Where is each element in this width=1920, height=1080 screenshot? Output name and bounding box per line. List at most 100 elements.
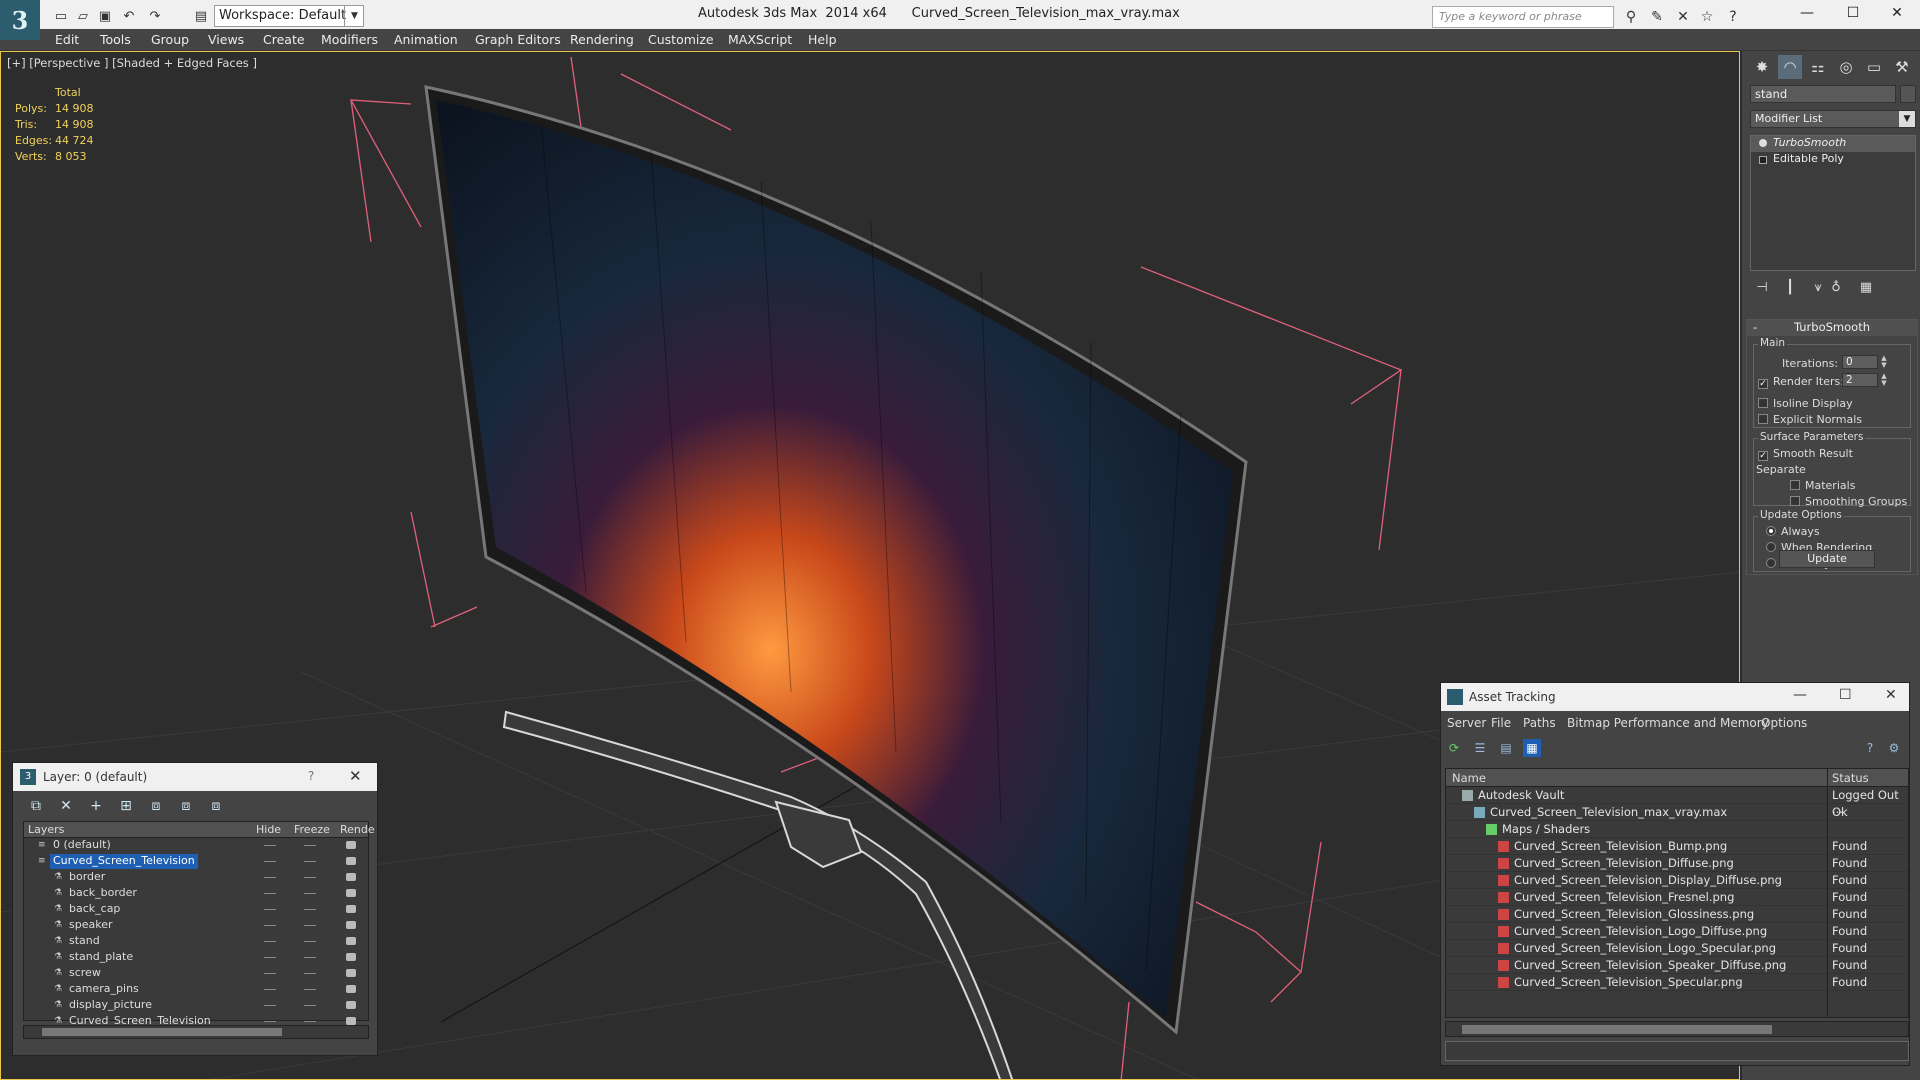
freeze-toggle[interactable] — [304, 1021, 316, 1022]
column-header-hide[interactable]: Hide — [256, 823, 281, 836]
layer-table[interactable]: Layers Hide Freeze Rende ≡ 0 (default) ≡ Cu… — [23, 821, 375, 1027]
smooth-result-checkbox[interactable]: ✓ Smooth Result — [1758, 447, 1853, 461]
render-toggle-icon[interactable] — [346, 841, 356, 849]
asset-table[interactable]: Name Status Autodesk Vault Logged Out ...… — [1445, 768, 1909, 1018]
asset-row[interactable]: Curved_Screen_Television_Speaker_Diffuse… — [1446, 957, 1908, 974]
asset-row[interactable]: Autodesk Vault Logged Out ... — [1446, 787, 1908, 816]
freeze-toggle[interactable] — [304, 861, 316, 862]
hide-toggle[interactable] — [264, 893, 276, 894]
hide-toggle[interactable] — [264, 877, 276, 878]
freeze-toggle[interactable] — [304, 1005, 316, 1006]
freeze-toggle[interactable] — [304, 941, 316, 942]
utilities-tab-icon[interactable]: ⚒ — [1890, 55, 1914, 79]
render-iters-checkbox[interactable]: ✓ Render Iters: — [1758, 375, 1844, 389]
scrollbar-thumb[interactable] — [1462, 1025, 1772, 1034]
hide-toggle[interactable] — [264, 989, 276, 990]
layer-row[interactable]: ⚗ camera_pins — [24, 982, 368, 998]
viewport-label[interactable]: [+] [Perspective ] [Shaded + Edged Faces… — [7, 56, 257, 70]
menu-paths[interactable]: Paths — [1523, 716, 1556, 730]
scrollbar-thumb[interactable] — [42, 1028, 282, 1036]
column-header-layers[interactable]: Layers — [28, 823, 64, 836]
smoothing-groups-checkbox[interactable]: Smoothing Groups — [1790, 495, 1907, 508]
column-header-render[interactable]: Rende — [340, 823, 375, 836]
hide-toggle[interactable] — [264, 957, 276, 958]
menu-file[interactable]: File — [1491, 716, 1511, 730]
hide-toggle[interactable] — [264, 861, 276, 862]
layer-row[interactable]: ⚗ display_picture — [24, 998, 368, 1014]
menu-server[interactable]: Server — [1447, 716, 1486, 730]
search-input[interactable]: Type a keyword or phrase — [1432, 6, 1614, 28]
asset-row[interactable]: Curved_Screen_Television_Glossiness.png F… — [1446, 906, 1908, 923]
menu-tools[interactable]: Tools — [100, 32, 131, 47]
render-toggle-icon[interactable] — [346, 905, 356, 913]
column-header-freeze[interactable]: Freeze — [294, 823, 330, 836]
render-toggle-icon[interactable] — [346, 921, 356, 929]
menu-help[interactable]: Help — [808, 32, 837, 47]
render-toggle-icon[interactable] — [346, 985, 356, 993]
close-icon[interactable]: ✕ — [349, 767, 362, 785]
asset-row[interactable]: Maps / Shaders — [1446, 821, 1908, 838]
dialog-title-bar[interactable]: 3 Layer: 0 (default) ? ✕ — [13, 763, 377, 791]
help-icon[interactable]: ? — [308, 769, 314, 783]
asset-row[interactable]: Curved_Screen_Television_Display_Diffuse… — [1446, 872, 1908, 889]
render-toggle-icon[interactable] — [346, 889, 356, 897]
render-toggle-icon[interactable] — [346, 1017, 356, 1025]
save-icon[interactable]: ▣ — [94, 6, 116, 26]
layer-row[interactable]: ⚗ border — [24, 870, 368, 886]
menu-rendering[interactable]: Rendering — [570, 32, 634, 47]
freeze-toggle[interactable] — [304, 925, 316, 926]
iterations-spinner[interactable]: 0 — [1842, 355, 1878, 369]
explicit-normals-checkbox[interactable]: Explicit Normals — [1758, 413, 1862, 426]
layer-row[interactable]: ⚗ stand — [24, 934, 368, 950]
menu-bitmap-performance[interactable]: Bitmap Performance and Memory — [1567, 716, 1769, 730]
layer-row[interactable]: ≡ 0 (default) — [24, 838, 368, 854]
layer-row[interactable]: ⚗ back_cap — [24, 902, 368, 918]
show-end-result-icon[interactable]: ┃ — [1780, 277, 1800, 297]
undo-icon[interactable]: ↶ — [118, 6, 140, 26]
hide-all-icon[interactable]: ⧈ — [177, 797, 195, 815]
motion-tab-icon[interactable]: ◎ — [1834, 55, 1858, 79]
menu-customize[interactable]: Customize — [648, 32, 714, 47]
hide-toggle[interactable] — [264, 845, 276, 846]
new-file-icon[interactable]: ▭ — [50, 6, 72, 26]
column-header-name[interactable]: Name — [1452, 771, 1486, 785]
always-radio[interactable]: Always — [1766, 525, 1820, 538]
chevron-down-icon[interactable]: ▼ — [344, 5, 364, 27]
freeze-toggle[interactable] — [304, 845, 316, 846]
subscription-icon[interactable]: ✎ — [1646, 6, 1668, 28]
detail-view-icon[interactable]: ▤ — [1497, 739, 1515, 757]
asset-row[interactable]: Curved_Screen_Television_Bump.png Found — [1446, 838, 1908, 855]
update-button[interactable]: Update — [1779, 550, 1875, 568]
freeze-toggle[interactable] — [304, 957, 316, 958]
open-file-icon[interactable]: ▱ — [72, 6, 94, 26]
spinner-arrows-icon[interactable]: ▲ ▼ — [1880, 373, 1888, 387]
close-icon[interactable]: ✕ — [1874, 0, 1920, 26]
layer-row[interactable]: ≡ Curved_Screen_Television — [24, 854, 368, 870]
add-to-layer-icon[interactable]: + — [87, 797, 105, 815]
dialog-title-bar[interactable]: Asset Tracking — ☐ ✕ — [1441, 683, 1909, 711]
expand-icon[interactable] — [1759, 156, 1767, 164]
freeze-toggle[interactable] — [304, 877, 316, 878]
render-toggle-icon[interactable] — [346, 1001, 356, 1009]
highlight-layer-icon[interactable]: ⧈ — [147, 797, 165, 815]
menu-views[interactable]: Views — [208, 32, 244, 47]
refresh-icon[interactable]: ⟳ — [1445, 739, 1463, 757]
hide-toggle[interactable] — [264, 1021, 276, 1022]
table-view-icon[interactable]: ▦ — [1523, 739, 1541, 757]
delete-layer-icon[interactable]: ✕ — [57, 797, 75, 815]
asset-row[interactable]: Curved_Screen_Television_Logo_Specular.p… — [1446, 940, 1908, 957]
object-name-field[interactable]: stand — [1750, 85, 1896, 103]
modifier-stack[interactable]: TurboSmooth Editable Poly — [1750, 135, 1916, 271]
favorites-star-icon[interactable]: ☆ — [1696, 6, 1718, 28]
hide-toggle[interactable] — [264, 1005, 276, 1006]
new-layer-icon[interactable]: ⧉ — [27, 797, 45, 815]
layer-row[interactable]: ⚗ stand_plate — [24, 950, 368, 966]
menu-maxscript[interactable]: MAXScript — [728, 32, 792, 47]
layer-row[interactable]: ⚗ speaker — [24, 918, 368, 934]
maximize-icon[interactable]: ☐ — [1830, 0, 1876, 26]
render-toggle-icon[interactable] — [346, 969, 356, 977]
render-iters-spinner[interactable]: 2 — [1842, 373, 1878, 387]
app-logo[interactable]: 3 — [0, 0, 40, 40]
freeze-toggle[interactable] — [304, 973, 316, 974]
asset-row[interactable]: Curved_Screen_Television_Diffuse.png Foun… — [1446, 855, 1908, 872]
